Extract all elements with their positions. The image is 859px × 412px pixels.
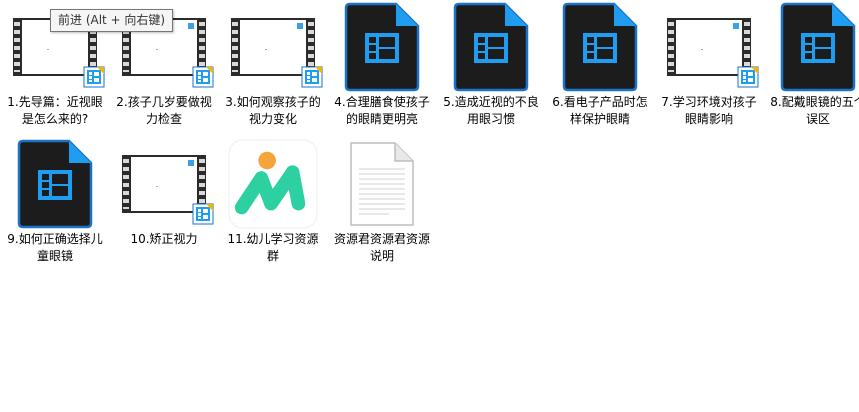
app-logo-icon [228, 139, 318, 229]
file-name: 8.配戴眼镜的五个误区 [770, 95, 859, 126]
file-name: 7.学习环境对孩子眼睛影响 [661, 95, 757, 126]
file-item[interactable]: 11.幼儿学习资源群 [223, 139, 323, 263]
file-item[interactable]: 10.矫正视力 [114, 139, 214, 246]
video-badge-icon [301, 66, 323, 88]
video-file-icon [337, 2, 427, 92]
file-name: 3.如何观察孩子的视力变化 [225, 95, 321, 126]
file-item[interactable]: 7.学习环境对孩子眼睛影响 [659, 2, 759, 126]
file-item[interactable]: 6.看电子产品时怎样保护眼睛 [550, 2, 650, 126]
file-item[interactable]: 资源君资源君资源说明 [332, 139, 432, 263]
file-name: 1.先导篇：近视眼是怎么来的? [7, 95, 103, 126]
video-badge-icon [192, 66, 214, 88]
file-item[interactable]: 5.造成近视的不良用眼习惯 [441, 2, 541, 126]
video-file-icon [446, 2, 536, 92]
text-file-icon [337, 139, 427, 229]
video-file-icon [773, 2, 859, 92]
forward-tooltip: 前进 (Alt + 向右键) [50, 9, 174, 32]
video-thumbnail-icon [228, 2, 323, 92]
video-file-icon [555, 2, 645, 92]
file-name: 4.合理膳食使孩子的眼睛更明亮 [334, 95, 430, 126]
file-name: 10.矫正视力 [130, 232, 198, 246]
video-badge-icon [83, 66, 105, 88]
video-thumbnail-icon [119, 139, 214, 229]
video-badge-icon [192, 203, 214, 225]
video-file-icon [10, 139, 100, 229]
video-badge-icon [737, 66, 759, 88]
file-item[interactable]: 4.合理膳食使孩子的眼睛更明亮 [332, 2, 432, 126]
file-item[interactable]: 9.如何正确选择儿童眼镜 [5, 139, 105, 263]
file-name: 5.造成近视的不良用眼习惯 [443, 95, 539, 126]
file-name: 2.孩子几岁要做视力检查 [116, 95, 212, 126]
file-item[interactable]: 3.如何观察孩子的视力变化 [223, 2, 323, 126]
file-name: 11.幼儿学习资源群 [227, 232, 319, 263]
file-name: 9.如何正确选择儿童眼镜 [7, 232, 103, 263]
file-name: 资源君资源君资源说明 [333, 232, 430, 263]
video-thumbnail-icon [664, 2, 759, 92]
file-item[interactable]: 8.配戴眼镜的五个误区 [768, 2, 859, 126]
file-name: 6.看电子产品时怎样保护眼睛 [552, 95, 648, 126]
